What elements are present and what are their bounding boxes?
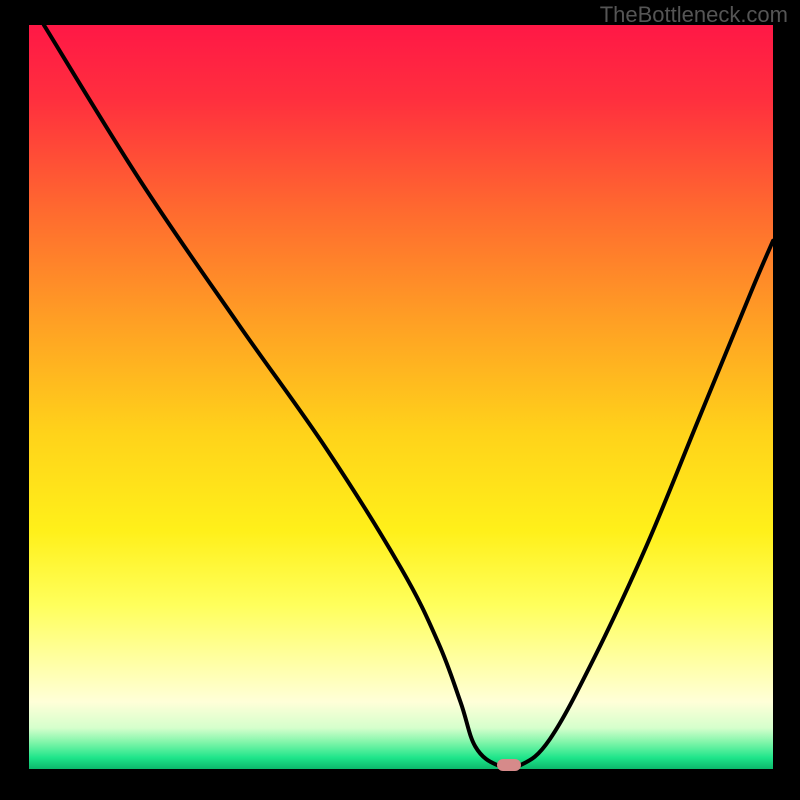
chart-marker <box>497 759 521 771</box>
attribution-text: TheBottleneck.com <box>600 2 788 28</box>
chart-curve <box>29 25 773 769</box>
chart-plot-area <box>29 25 773 769</box>
